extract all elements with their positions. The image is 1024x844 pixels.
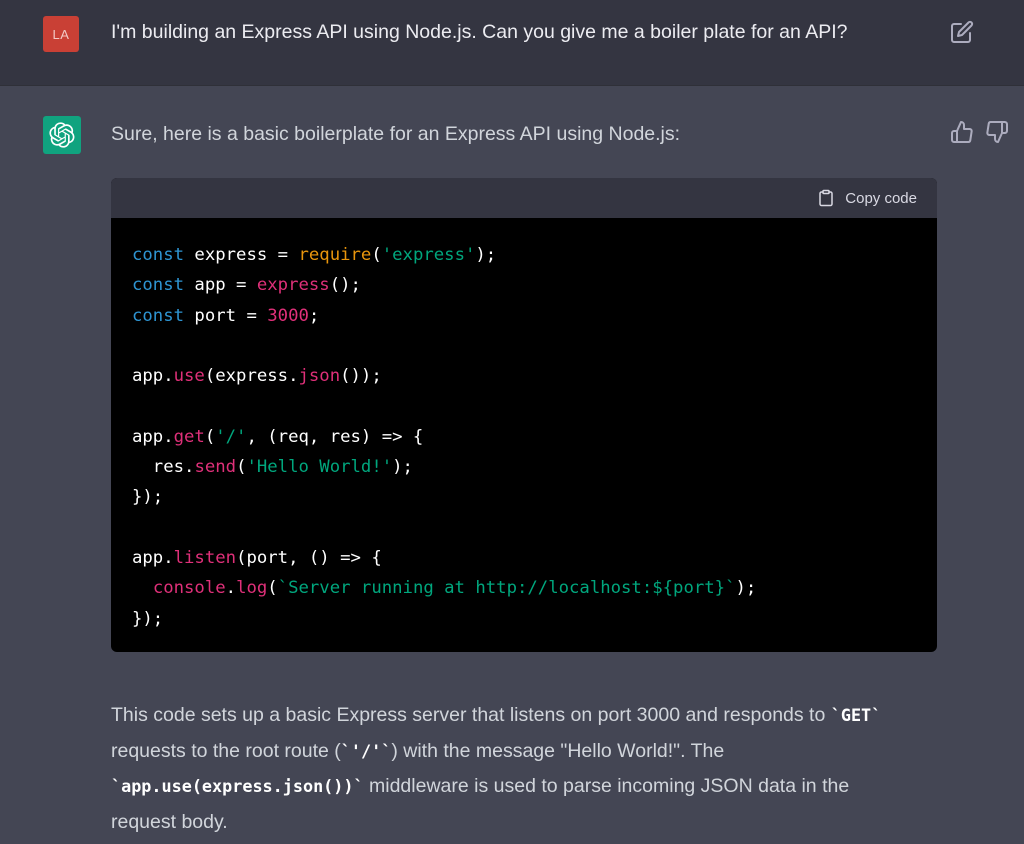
code-line: }); [132,608,164,629]
thumbs-up-icon[interactable] [950,120,974,144]
code-line: app.get('/', (req, res) => { [132,426,424,447]
code-line: res.send('Hello World!'); [132,457,413,478]
code-line: app.use(express.json()); [132,366,382,387]
code-line: app.listen(port, () => { [132,547,382,568]
code-line: const app = express(); [132,275,361,296]
copy-code-label: Copy code [845,189,917,207]
inline-code: `'/'` [340,740,392,761]
assistant-intro-text: Sure, here is a basic boilerplate for an… [111,123,681,145]
code-block: Copy code const express = require('expre… [111,178,937,652]
code-line: console.log(`Server running at http://lo… [152,578,757,599]
explanation-paragraph: This code sets up a basic Express server… [111,698,911,840]
user-avatar: LA [43,16,79,52]
assistant-message-row: Sure, here is a basic boilerplate for an… [0,86,1024,844]
user-message-text: I'm building an Express API using Node.j… [111,21,848,43]
copy-code-button[interactable]: Copy code [817,187,917,209]
code-line: const port = 3000; [132,305,320,326]
explanation-text: requests to the root route ( [111,739,341,762]
openai-logo-icon [43,116,81,154]
thumbs-down-icon[interactable] [985,120,1009,144]
explanation-text: This code sets up a basic Express server… [111,704,831,726]
inline-code: `GET` [830,705,882,725]
clipboard-icon [819,189,834,207]
code-line: }); [132,487,164,508]
edit-icon[interactable] [950,20,974,44]
explanation-text: ) with the message "Hello World!". The [391,739,725,762]
code-line: const express = require('express'); [132,245,497,265]
inline-code: `app.use(express.json())` [111,776,364,796]
code-block-header: Copy code [111,178,937,218]
code-content: const express = require('express'); const… [132,240,756,634]
user-message-row: LA I'm building an Express API using Nod… [0,0,1024,86]
